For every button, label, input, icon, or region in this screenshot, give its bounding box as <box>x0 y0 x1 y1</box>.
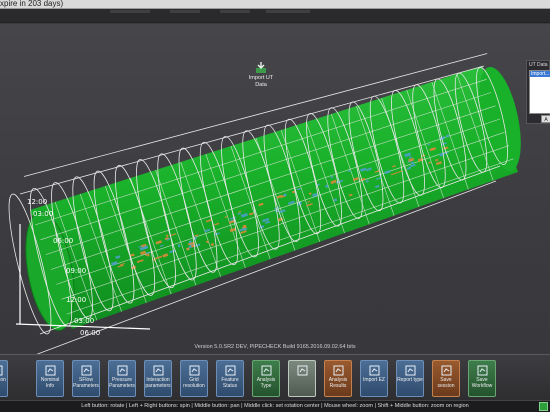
toolbar-button-label: Position <box>0 377 6 383</box>
import-ut-data-button[interactable]: Import UT Data <box>243 62 279 96</box>
clock-label-03-b: 03:00 <box>74 317 95 325</box>
ut-panel-button[interactable]: A <box>541 115 550 123</box>
toolbar-button-12[interactable]: Save session <box>432 360 460 397</box>
toolbar-button-0[interactable]: Position <box>0 360 8 397</box>
toolbar-button-label: Save session <box>437 377 455 389</box>
toolbar-button-label: SFlow Parameters <box>73 377 99 389</box>
toolbar-button-label: Analysis Type <box>256 377 276 389</box>
toolbar-button-13[interactable]: Save Workflow <box>468 360 496 397</box>
title-bar: xpire in 203 days) <box>0 0 550 9</box>
ut-list-item[interactable]: Import... <box>530 71 550 77</box>
toolbar-button-3[interactable]: Pressure Parameters <box>108 360 136 397</box>
analysis-results-icon <box>333 365 343 376</box>
ut-panel-title: UT Data <box>529 62 548 68</box>
toolbar-button-11[interactable]: Report type <box>396 360 424 397</box>
toolbar-button-7[interactable]: Analysis Type <box>252 360 280 397</box>
position-icon <box>0 365 2 376</box>
import-ut-data-icon <box>297 365 307 376</box>
toolbar-button-10[interactable]: Import EZ <box>360 360 388 397</box>
grid-icon <box>189 365 199 376</box>
status-bar: Left button: rotate | Left + Right butto… <box>0 400 550 412</box>
toolbar-button-1[interactable]: Nominal Info <box>36 360 64 397</box>
save-session-icon <box>441 365 451 376</box>
toolbar-button-label: Feature Status <box>221 377 239 389</box>
toolbar-button-5[interactable]: Grid resolution <box>180 360 208 397</box>
status-indicator-icon <box>539 402 548 411</box>
toolbar-button-label: Interaction parameters <box>145 377 171 389</box>
pressure-icon <box>117 365 127 376</box>
version-text: Version 5.0.SR2 DEV, PIPECHECK Build 916… <box>194 344 356 350</box>
feature-icon <box>225 365 235 376</box>
nominal-icon <box>45 365 55 376</box>
clock-label-12: 12:00 <box>27 198 48 206</box>
toolbar-button-label: Grid resolution <box>183 377 205 389</box>
toolbar-button-9[interactable]: Analysis Results <box>324 360 352 397</box>
ut-data-panel: UT Data Import... A <box>526 60 550 124</box>
status-text: Left button: rotate | Left + Right butto… <box>81 403 469 409</box>
3d-viewport[interactable]: 12:00 03:00 06:00 09:00 12:00 03:00 06:0… <box>0 24 550 354</box>
menu-items-faint <box>110 10 310 13</box>
toolbar-button-label: Import EZ <box>363 377 385 383</box>
clock-label-06-b: 06:00 <box>80 329 101 337</box>
toolbar-button-label: Analysis Results <box>328 377 348 389</box>
toolbar-button-label: Nominal Info <box>40 377 60 389</box>
report-icon <box>405 365 415 376</box>
save-workflow-icon <box>477 365 487 376</box>
import-ut-data-label: Import UT Data <box>248 75 274 88</box>
clock-label-09: 09:00 <box>66 267 87 275</box>
toolbar-button-label: Report type <box>397 377 423 383</box>
toolbar-button-label: Save Workflow <box>471 377 493 389</box>
toolbar-button-6[interactable]: Feature Status <box>216 360 244 397</box>
sflow-icon <box>81 365 91 376</box>
import-ez-icon <box>369 365 379 376</box>
toolbar-button-2[interactable]: SFlow Parameters <box>72 360 100 397</box>
workflow-toolbar: Position Nominal Info SFlow Parameters Pres… <box>0 354 550 400</box>
interaction-icon <box>153 365 163 376</box>
analysis-type-icon <box>261 365 271 376</box>
window-title: xpire in 203 days) <box>0 0 64 8</box>
clock-label-03: 03:00 <box>33 210 54 218</box>
ut-data-list[interactable]: Import... <box>529 70 550 114</box>
toolbar-button-8[interactable] <box>288 360 316 397</box>
import-arrow-icon <box>256 62 266 73</box>
clock-label-12-b: 12:00 <box>66 296 87 304</box>
toolbar-button-4[interactable]: Interaction parameters <box>144 360 172 397</box>
menu-bar <box>0 9 550 23</box>
clock-label-06: 06:00 <box>53 237 74 245</box>
toolbar-button-label: Pressure Parameters <box>109 377 135 389</box>
